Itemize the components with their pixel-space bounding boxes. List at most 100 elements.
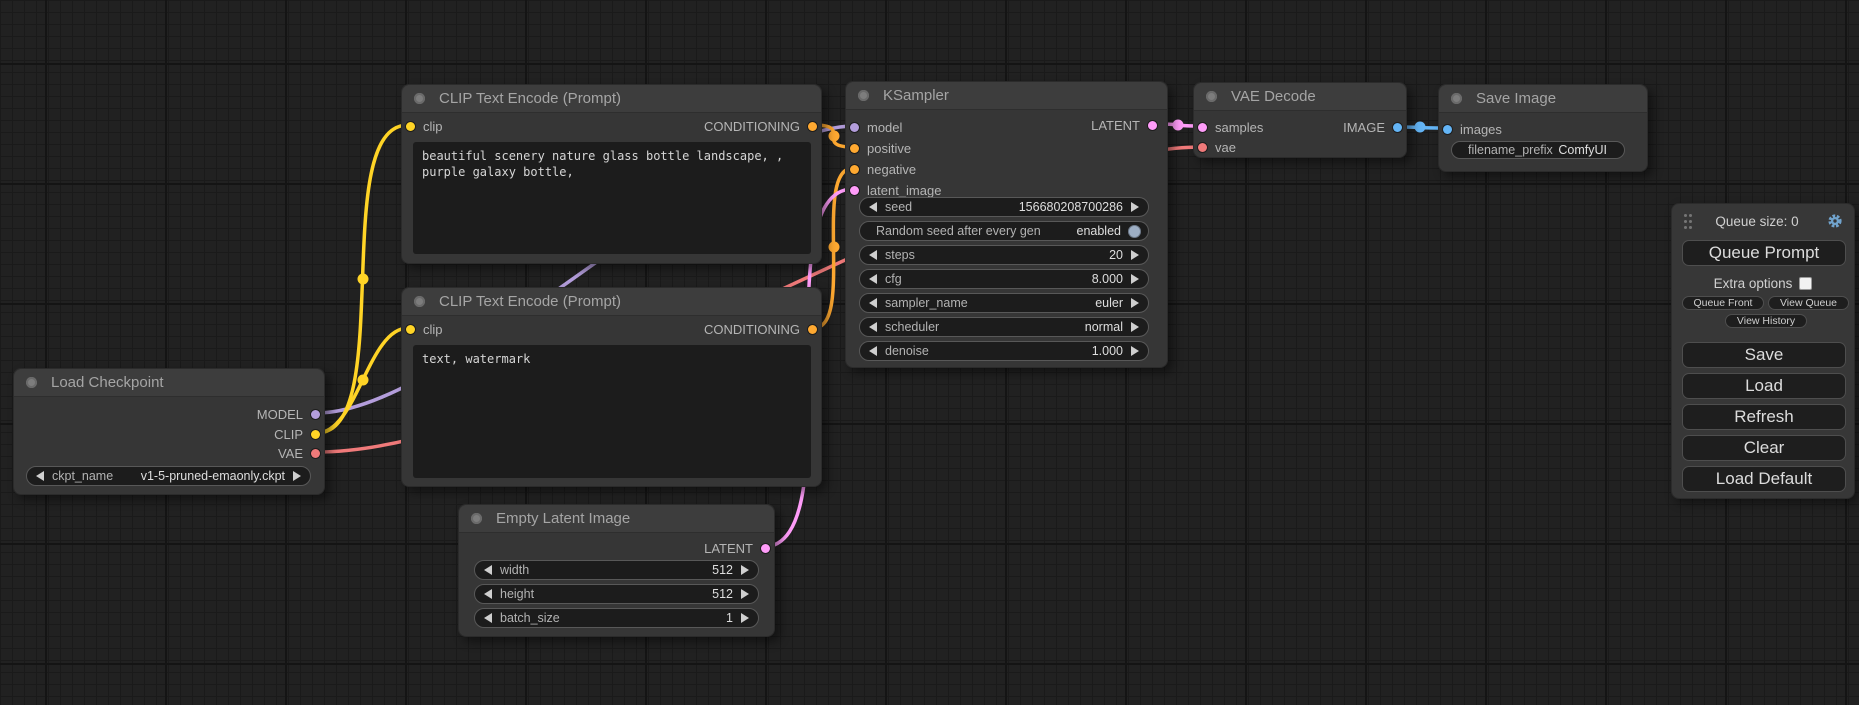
input-port-model[interactable]: model — [850, 118, 902, 136]
decrement-arrow-icon[interactable] — [869, 346, 877, 356]
output-port-latent[interactable]: LATENT — [704, 539, 770, 557]
clip-port-icon[interactable] — [406, 122, 415, 131]
node-ksampler[interactable]: KSampler model positive negative latent_… — [845, 81, 1168, 368]
output-port-clip[interactable]: CLIP — [274, 425, 324, 443]
gear-icon[interactable] — [1827, 213, 1843, 229]
widget-cfg[interactable]: cfg 8.000 — [859, 269, 1149, 289]
model-port-icon[interactable] — [850, 123, 859, 132]
output-port-conditioning[interactable]: CONDITIONING — [704, 320, 821, 338]
clip-port-icon[interactable] — [406, 325, 415, 334]
clear-button[interactable]: Clear — [1682, 435, 1846, 461]
link-dot — [1173, 120, 1184, 131]
load-button[interactable]: Load — [1682, 373, 1846, 399]
conditioning-port-icon[interactable] — [808, 122, 817, 131]
output-port-model[interactable]: MODEL — [257, 405, 324, 423]
conditioning-port-icon[interactable] — [808, 325, 817, 334]
widget-width[interactable]: width 512 — [474, 560, 759, 580]
decrement-arrow-icon[interactable] — [484, 589, 492, 599]
conditioning-port-icon[interactable] — [850, 165, 859, 174]
save-button[interactable]: Save — [1682, 342, 1846, 368]
latent-port-icon[interactable] — [761, 544, 770, 553]
increment-arrow-icon[interactable] — [741, 565, 749, 575]
conditioning-port-icon[interactable] — [850, 144, 859, 153]
input-port-vae[interactable]: vae — [1198, 138, 1236, 156]
input-port-clip[interactable]: clip — [406, 117, 443, 135]
collapse-dot-icon[interactable] — [1451, 93, 1462, 104]
drag-handle-icon[interactable] — [1684, 214, 1687, 229]
prompt-textarea[interactable]: beautiful scenery nature glass bottle la… — [413, 142, 811, 254]
latent-port-icon[interactable] — [1198, 123, 1207, 132]
decrement-arrow-icon[interactable] — [869, 322, 877, 332]
vae-port-icon[interactable] — [1198, 143, 1207, 152]
widget-random-seed[interactable]: Random seed after every gen enabled — [859, 221, 1149, 241]
node-empty-latent-image[interactable]: Empty Latent Image LATENT width 512 heig… — [458, 504, 775, 637]
output-port-conditioning[interactable]: CONDITIONING — [704, 117, 821, 135]
widget-sampler-name[interactable]: sampler_name euler — [859, 293, 1149, 313]
image-port-icon[interactable] — [1443, 125, 1452, 134]
queue-size-label: Queue size: 0 — [1687, 214, 1827, 229]
collapse-dot-icon[interactable] — [26, 377, 37, 388]
decrement-arrow-icon[interactable] — [869, 298, 877, 308]
input-port-negative[interactable]: negative — [850, 160, 916, 178]
latent-port-icon[interactable] — [850, 186, 859, 195]
increment-arrow-icon[interactable] — [1131, 202, 1139, 212]
decrement-arrow-icon[interactable] — [36, 471, 44, 481]
input-port-positive[interactable]: positive — [850, 139, 911, 157]
increment-arrow-icon[interactable] — [1131, 298, 1139, 308]
collapse-dot-icon[interactable] — [471, 513, 482, 524]
output-port-image[interactable]: IMAGE — [1343, 118, 1402, 136]
node-title: CLIP Text Encode (Prompt) — [439, 293, 621, 310]
widget-denoise[interactable]: denoise 1.000 — [859, 341, 1149, 361]
vae-port-icon[interactable] — [311, 449, 320, 458]
widget-seed[interactable]: seed 156680208700286 — [859, 197, 1149, 217]
clip-port-icon[interactable] — [311, 430, 320, 439]
node-clip-text-encode-positive[interactable]: CLIP Text Encode (Prompt) clip CONDITION… — [401, 84, 822, 264]
extra-options-checkbox[interactable] — [1799, 277, 1812, 290]
model-port-icon[interactable] — [311, 410, 320, 419]
view-history-button[interactable]: View History — [1725, 314, 1807, 328]
decrement-arrow-icon[interactable] — [869, 250, 877, 260]
load-default-button[interactable]: Load Default — [1682, 466, 1846, 492]
decrement-arrow-icon[interactable] — [869, 274, 877, 284]
input-port-clip[interactable]: clip — [406, 320, 443, 338]
collapse-dot-icon[interactable] — [1206, 91, 1217, 102]
output-port-latent[interactable]: LATENT — [1091, 116, 1157, 134]
increment-arrow-icon[interactable] — [1131, 322, 1139, 332]
widget-batch-size[interactable]: batch_size 1 — [474, 608, 759, 628]
node-title-bar: KSampler — [846, 82, 1167, 110]
image-port-icon[interactable] — [1393, 123, 1402, 132]
node-vae-decode[interactable]: VAE Decode samples vae IMAGE — [1193, 82, 1407, 158]
node-save-image[interactable]: Save Image images filename_prefix ComfyU… — [1438, 84, 1648, 172]
random-seed-toggle-icon[interactable] — [1128, 225, 1141, 238]
increment-arrow-icon[interactable] — [1131, 346, 1139, 356]
increment-arrow-icon[interactable] — [1131, 274, 1139, 284]
collapse-dot-icon[interactable] — [414, 296, 425, 307]
node-load-checkpoint[interactable]: Load Checkpoint MODEL CLIP VAE ckpt_name… — [13, 368, 325, 495]
refresh-button[interactable]: Refresh — [1682, 404, 1846, 430]
menu-header: Queue size: 0 — [1672, 212, 1854, 230]
decrement-arrow-icon[interactable] — [484, 613, 492, 623]
increment-arrow-icon[interactable] — [1131, 250, 1139, 260]
node-title: KSampler — [883, 87, 949, 104]
output-port-vae[interactable]: VAE — [278, 444, 324, 462]
widget-height[interactable]: height 512 — [474, 584, 759, 604]
queue-front-button[interactable]: Queue Front — [1682, 296, 1764, 310]
widget-filename-prefix[interactable]: filename_prefix ComfyUI — [1451, 141, 1625, 159]
increment-arrow-icon[interactable] — [741, 613, 749, 623]
widget-steps[interactable]: steps 20 — [859, 245, 1149, 265]
prompt-textarea[interactable]: text, watermark — [413, 345, 811, 478]
latent-port-icon[interactable] — [1148, 121, 1157, 130]
collapse-dot-icon[interactable] — [414, 93, 425, 104]
queue-prompt-button[interactable]: Queue Prompt — [1682, 240, 1846, 266]
input-port-samples[interactable]: samples — [1198, 118, 1263, 136]
collapse-dot-icon[interactable] — [858, 90, 869, 101]
view-queue-button[interactable]: View Queue — [1768, 296, 1849, 310]
increment-arrow-icon[interactable] — [293, 471, 301, 481]
widget-ckpt-name[interactable]: ckpt_name v1-5-pruned-emaonly.ckpt — [26, 466, 311, 486]
increment-arrow-icon[interactable] — [741, 589, 749, 599]
decrement-arrow-icon[interactable] — [484, 565, 492, 575]
widget-scheduler[interactable]: scheduler normal — [859, 317, 1149, 337]
decrement-arrow-icon[interactable] — [869, 202, 877, 212]
input-port-images[interactable]: images — [1443, 120, 1502, 138]
node-clip-text-encode-negative[interactable]: CLIP Text Encode (Prompt) clip CONDITION… — [401, 287, 822, 487]
